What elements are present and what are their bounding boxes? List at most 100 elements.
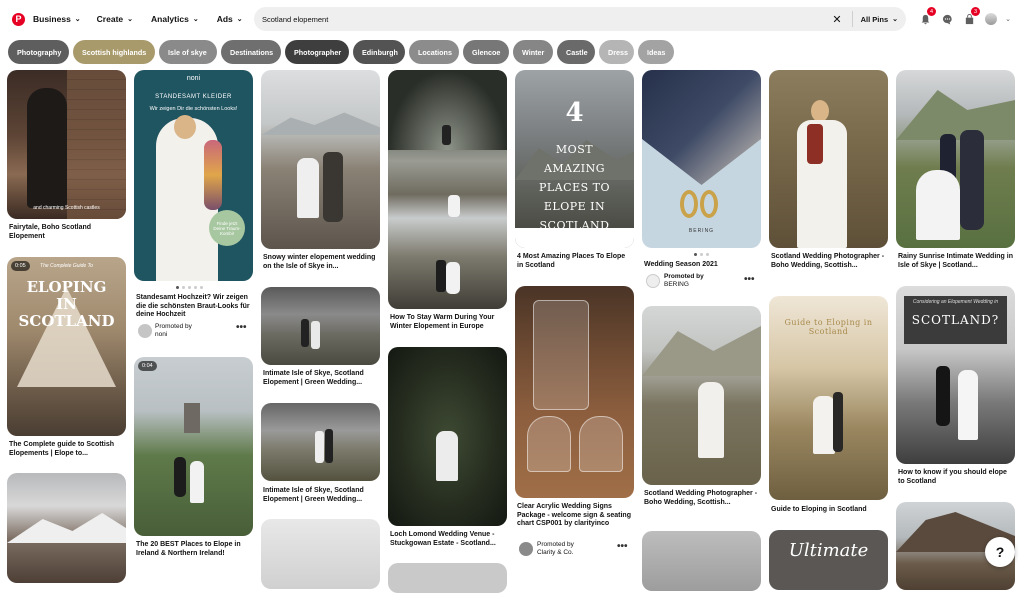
pin-caption[interactable]: Intimate Isle of Skye, Scotland Elopemen…: [263, 487, 378, 504]
pin-caption[interactable]: How To Stay Warm During Your Winter Elop…: [390, 314, 505, 331]
business-label: Business: [33, 14, 71, 24]
pin-caption[interactable]: The Complete guide to Scottish Elopement…: [9, 441, 124, 458]
overlay-title: MOST AMAZING PLACES TO ELOPE IN SCOTLAND: [539, 143, 610, 232]
messages-icon[interactable]: [936, 8, 958, 30]
overlay-number: 4: [565, 98, 584, 128]
chip-dress[interactable]: Dress: [599, 40, 634, 64]
avatar[interactable]: [646, 274, 660, 288]
pin-caption[interactable]: Fairytale, Boho Scotland Elopement: [9, 224, 124, 241]
search-bar[interactable]: Scotland elopement ✕ All Pins ⌄: [254, 7, 906, 31]
chip-edinburgh[interactable]: Edinburgh: [353, 40, 405, 64]
overlay-title: ELOPING IN SCOTLAND: [18, 278, 115, 330]
mountains: [896, 90, 1015, 140]
pin-image[interactable]: Ultimate: [769, 530, 888, 590]
pin-image[interactable]: 4 MOST AMAZING PLACES TO ELOPE IN SCOTLA…: [515, 70, 634, 248]
more-options-icon[interactable]: •••: [744, 274, 755, 285]
pin-image[interactable]: [7, 473, 126, 583]
person-silhouette: [27, 88, 67, 208]
carousel-pager: [176, 286, 203, 289]
chip-isle-of-skye[interactable]: Isle of skye: [159, 40, 217, 64]
chip-photography[interactable]: Photography: [8, 40, 69, 64]
mountains: [261, 112, 380, 135]
chip-destinations[interactable]: Destinations: [221, 40, 281, 64]
chip-glencoe[interactable]: Glencoe: [463, 40, 509, 64]
pager-dot: [182, 286, 185, 289]
pin-caption[interactable]: Loch Lomond Wedding Venue - Stuckgowan E…: [390, 531, 505, 548]
pin-caption[interactable]: Scotland Wedding Photographer - Boho Wed…: [644, 490, 759, 507]
all-pins-filter[interactable]: All Pins ⌄: [853, 15, 906, 24]
bride-figure: [446, 262, 460, 294]
business-menu[interactable]: Business ⌄: [27, 8, 87, 30]
pin-caption[interactable]: 4 Most Amazing Places To Elope in Scotla…: [517, 253, 632, 270]
promoted-label: Promoted by: [664, 273, 704, 280]
pin-image[interactable]: [261, 519, 380, 589]
pin-image[interactable]: [388, 347, 507, 526]
chip-ideas[interactable]: Ideas: [638, 40, 674, 64]
pin-image[interactable]: Considering an Elopement Wedding in SCOT…: [896, 286, 1015, 464]
pin-image[interactable]: [515, 286, 634, 498]
chat-svg: [942, 14, 952, 25]
updates-icon[interactable]: 3: [958, 7, 980, 30]
pin-image[interactable]: [642, 531, 761, 591]
pin-image[interactable]: and charming Scottish castles: [7, 70, 126, 219]
snowy-mountain: [7, 513, 126, 543]
pin-image[interactable]: [261, 287, 380, 365]
pin-caption[interactable]: Snowy winter elopement wedding on the Is…: [263, 254, 378, 271]
close-icon[interactable]: ✕: [832, 13, 841, 26]
pin-caption[interactable]: Scotland Wedding Photographer - Boho Wed…: [771, 253, 886, 270]
ring-icon: [680, 190, 698, 218]
promoted-label: Promoted by: [537, 541, 574, 548]
pin-caption[interactable]: Intimate Isle of Skye, Scotland Elopemen…: [263, 370, 378, 387]
acrylic-sign: [579, 416, 623, 472]
chip-photographer[interactable]: Photographer: [285, 40, 349, 64]
help-button[interactable]: ?: [985, 537, 1015, 567]
chevron-down-icon: ⌄: [192, 16, 199, 23]
ads-menu[interactable]: Ads ⌄: [211, 8, 249, 30]
pin-image[interactable]: 0:04: [134, 357, 253, 536]
more-options-icon[interactable]: •••: [617, 541, 628, 552]
pin-image[interactable]: [896, 70, 1015, 248]
header-icons: 4 3 ⌄: [914, 7, 1014, 30]
pin-caption[interactable]: Wedding Season 2021: [644, 261, 759, 270]
more-options-icon[interactable]: •••: [236, 322, 247, 333]
promoter-name[interactable]: BERING: [664, 281, 689, 289]
bell-icon[interactable]: 4: [914, 7, 936, 30]
pin-caption[interactable]: How to know if you should elope to Scotl…: [898, 469, 1013, 486]
updates-badge: 3: [971, 7, 980, 16]
pin-image[interactable]: BERING: [642, 70, 761, 248]
pin-image[interactable]: [261, 70, 380, 249]
pin-image[interactable]: 0:05 The Complete Guide To ELOPING IN SC…: [7, 257, 126, 436]
pin-caption[interactable]: Clear Acrylic Wedding Signs Package - we…: [517, 503, 632, 529]
groom-figure: [436, 260, 446, 292]
pin-image[interactable]: Guide to Eloping in Scotland: [769, 296, 888, 500]
account-menu[interactable]: [980, 8, 1002, 30]
chip-winter[interactable]: Winter: [513, 40, 553, 64]
promoter-name[interactable]: Clarity & Co.: [537, 549, 573, 557]
pin-image[interactable]: [388, 70, 507, 309]
chip-castle[interactable]: Castle: [557, 40, 595, 64]
pin-caption[interactable]: Rainy Sunrise Intimate Wedding in Isle o…: [898, 253, 1013, 270]
avatar[interactable]: [519, 542, 533, 556]
pager-dot: [188, 286, 191, 289]
pin-image[interactable]: noni STANDESAMT KLEIDER Wir zeigen Dir d…: [134, 70, 253, 281]
chevron-down-icon: ⌄: [127, 16, 134, 23]
pin-caption[interactable]: Standesamt Hochzeit? Wir zeigen die die …: [136, 294, 251, 320]
overlay-title: Guide to Eloping in Scotland: [784, 318, 873, 336]
pin-image[interactable]: [769, 70, 888, 248]
create-menu[interactable]: Create ⌄: [91, 8, 139, 30]
pin-caption[interactable]: The 20 BEST Places to Elope in Ireland &…: [136, 541, 251, 558]
pin-image[interactable]: [388, 563, 507, 593]
pin-image[interactable]: [642, 306, 761, 485]
avatar[interactable]: [138, 324, 152, 338]
chip-scottish-highlands[interactable]: Scottish highlands: [73, 40, 155, 64]
search-input[interactable]: Scotland elopement: [262, 15, 832, 24]
pin-caption[interactable]: Guide to Eloping in Scotland: [771, 506, 886, 515]
pin-image[interactable]: [261, 403, 380, 481]
promoter-name[interactable]: noni: [155, 331, 167, 339]
pinterest-logo-icon[interactable]: P: [12, 12, 25, 26]
groom-figure: [323, 152, 343, 222]
chip-locations[interactable]: Locations: [409, 40, 459, 64]
brand-name: BERING: [688, 228, 715, 234]
chevron-down-icon[interactable]: ⌄: [1002, 8, 1014, 30]
analytics-menu[interactable]: Analytics ⌄: [145, 8, 205, 30]
